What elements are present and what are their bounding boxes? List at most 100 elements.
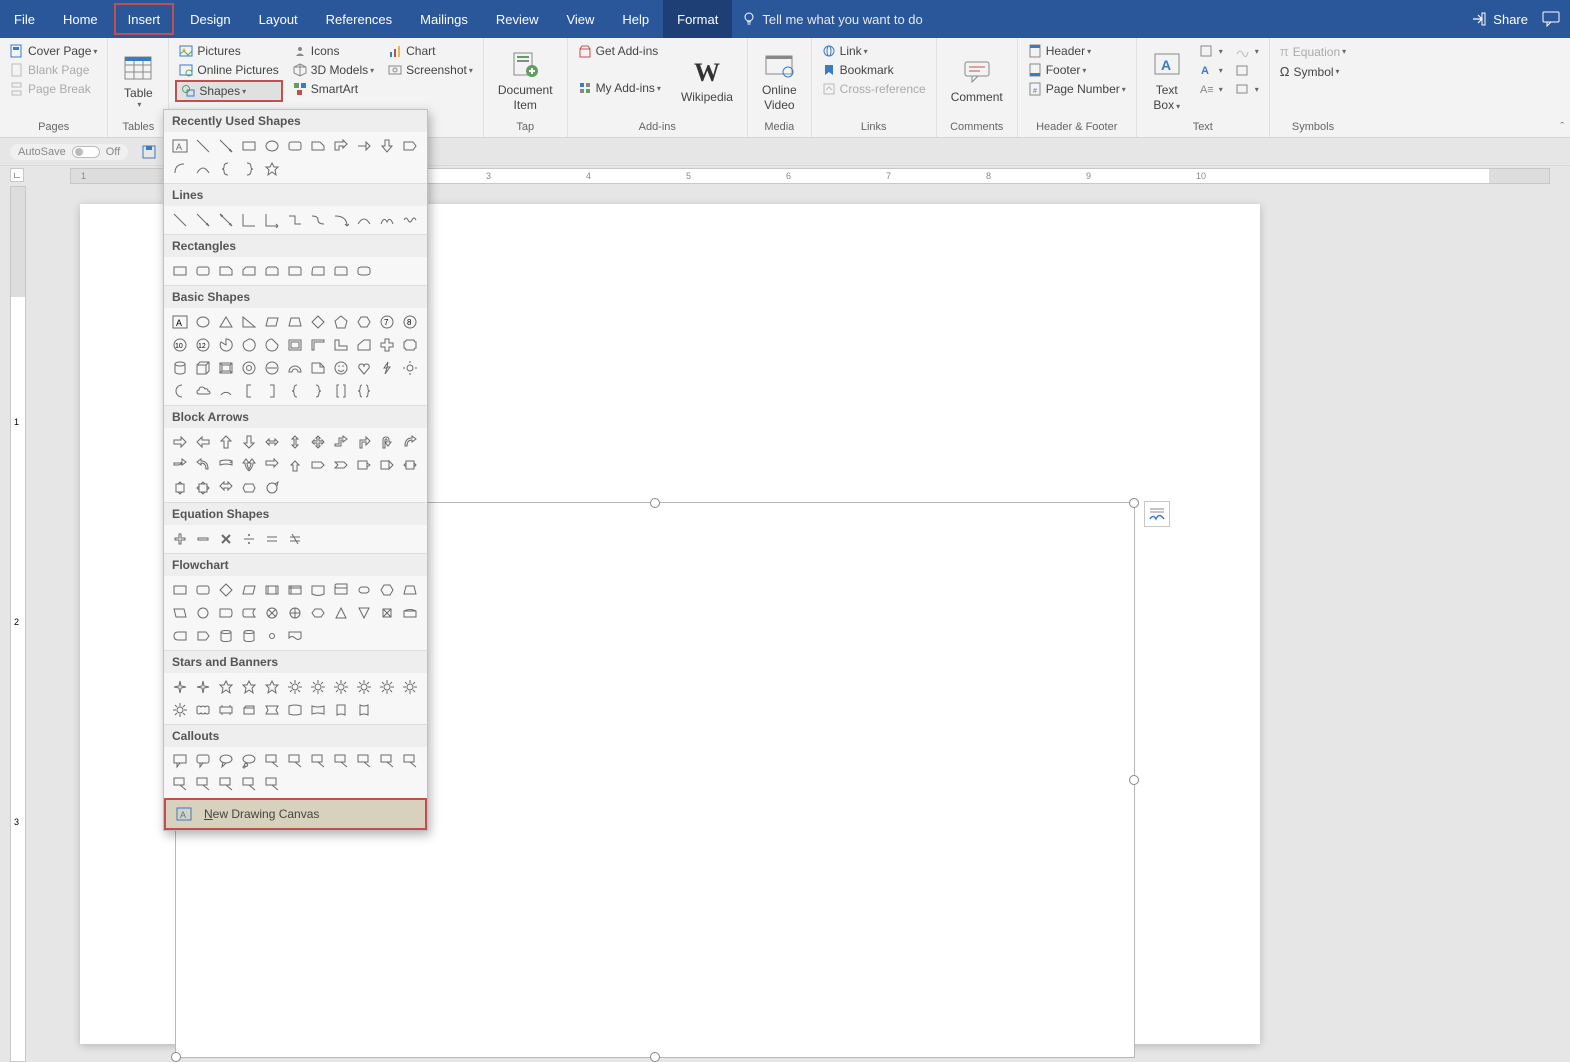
shape-flowchart-grid-12[interactable] [193,603,213,623]
shape-arrows-grid-13[interactable] [216,455,236,475]
shape-rect-6[interactable] [285,261,305,281]
shape-flowchart-grid-0[interactable] [170,580,190,600]
shape-lbrace[interactable] [216,159,236,179]
shape-arrows-grid-23[interactable] [193,478,213,498]
shape-dblbracket[interactable] [331,381,351,401]
shape-snip-corner[interactable] [308,136,328,156]
blank-page-button[interactable]: Blank Page [6,61,101,79]
text-box-button[interactable]: A TextBox▾ [1143,42,1191,119]
resize-handle-bl[interactable] [171,1052,181,1062]
shape-flowchart-grid-6[interactable] [308,580,328,600]
shape-arrows-grid-2[interactable] [216,432,236,452]
header-button[interactable]: Header▾ [1024,42,1130,60]
table-button[interactable]: Table ▾ [114,42,162,119]
shape-curve-double[interactable] [354,210,374,230]
shape-curve-arrow[interactable] [331,210,351,230]
shape-pentagon-arrow[interactable] [400,136,420,156]
screenshot-button[interactable]: Screenshot▾ [384,61,477,79]
shape-line-1[interactable] [170,210,190,230]
shape-halfframe[interactable] [308,335,328,355]
shape-smiley[interactable] [331,358,351,378]
shape-flowchart-grid-8[interactable] [354,580,374,600]
shape-flowchart-grid-4[interactable] [262,580,282,600]
shape-flowchart-grid-17[interactable] [308,603,328,623]
shape-equation-grid-0[interactable] [170,529,190,549]
shape-flowchart-grid-26[interactable] [262,626,282,646]
menu-view[interactable]: View [552,0,608,38]
menu-home[interactable]: Home [49,0,112,38]
shape-arc2[interactable] [216,381,236,401]
shape-roundrect[interactable] [285,136,305,156]
shape-arrows-grid-22[interactable] [170,478,190,498]
shape-stars-grid-3[interactable] [239,677,259,697]
shape-lshape[interactable] [331,335,351,355]
shape-flowchart-grid-14[interactable] [239,603,259,623]
shape-callouts-grid-5[interactable] [285,751,305,771]
shape-elbow-double[interactable] [285,210,305,230]
shape-stars-grid-5[interactable] [285,677,305,697]
shape-arrows-grid-1[interactable] [193,432,213,452]
menu-design[interactable]: Design [176,0,244,38]
save-icon[interactable] [142,145,156,159]
shape-callouts-grid-10[interactable] [400,751,420,771]
object-button[interactable]: ▾ [1231,80,1263,98]
smartart-button[interactable]: SmartArt [289,80,378,98]
online-pictures-button[interactable]: Online Pictures [175,61,282,79]
shape-callouts-grid-15[interactable] [262,774,282,794]
shape-stars-grid-12[interactable] [193,700,213,720]
3d-models-button[interactable]: 3D Models▾ [289,61,378,79]
shape-diagonal[interactable] [354,335,374,355]
shape-arrows-grid-7[interactable] [331,432,351,452]
shape-flowchart-grid-22[interactable] [170,626,190,646]
shape-stars-grid-15[interactable] [262,700,282,720]
shape-freeform[interactable] [377,210,397,230]
shape-arrows-grid-15[interactable] [262,455,282,475]
shape-sun[interactable] [400,358,420,378]
shape-rect[interactable] [239,136,259,156]
shape-stars-grid-2[interactable] [216,677,236,697]
equation-button[interactable]: π Equation▾ [1276,42,1350,61]
resize-handle-tm[interactable] [650,498,660,508]
shape-callouts-grid-0[interactable] [170,751,190,771]
shape-moon[interactable] [170,381,190,401]
my-addins-button[interactable]: My Add-ins▾ [574,79,665,97]
shape-cross[interactable] [377,335,397,355]
shape-flowchart-grid-21[interactable] [400,603,420,623]
shape-stars-grid-1[interactable] [193,677,213,697]
shape-stars-grid-7[interactable] [331,677,351,697]
footer-button[interactable]: Footer▾ [1024,61,1130,79]
shape-stars-grid-6[interactable] [308,677,328,697]
shape-bent-arrow[interactable] [354,136,374,156]
quick-parts-button[interactable]: ▾ [1195,42,1227,60]
document-item-button[interactable]: DocumentItem [490,42,561,119]
menu-mailings[interactable]: Mailings [406,0,482,38]
menu-layout[interactable]: Layout [245,0,312,38]
icons-button[interactable]: Icons [289,42,378,60]
shape-rbrace[interactable] [239,159,259,179]
shape-heart[interactable] [354,358,374,378]
shape-flowchart-grid-3[interactable] [239,580,259,600]
shape-blockarc[interactable] [285,358,305,378]
menu-help[interactable]: Help [608,0,663,38]
shape-dodecagon[interactable]: 12 [193,335,213,355]
shape-stars-grid-11[interactable] [170,700,190,720]
shape-equation-grid-4[interactable] [262,529,282,549]
shape-decagon[interactable]: 10 [170,335,190,355]
shape-rbrace2[interactable] [308,381,328,401]
page-break-button[interactable]: Page Break [6,80,101,98]
shape-equation-grid-5[interactable] [285,529,305,549]
shape-noentry[interactable] [262,358,282,378]
menu-format[interactable]: Format [663,0,732,38]
shape-scribble[interactable] [400,210,420,230]
tell-me-search[interactable]: Tell me what you want to do [742,0,922,38]
shape-curve[interactable] [193,159,213,179]
shape-arrows-grid-16[interactable] [285,455,305,475]
shape-callouts-grid-11[interactable] [170,774,190,794]
shape-trapezoid[interactable] [285,312,305,332]
shape-arrows-grid-6[interactable] [308,432,328,452]
pictures-button[interactable]: Pictures [175,42,282,60]
shape-arrows-grid-0[interactable] [170,432,190,452]
shape-flowchart-grid-11[interactable] [170,603,190,623]
shape-heptagon[interactable]: 7 [377,312,397,332]
share-button[interactable]: Share [1471,11,1528,27]
